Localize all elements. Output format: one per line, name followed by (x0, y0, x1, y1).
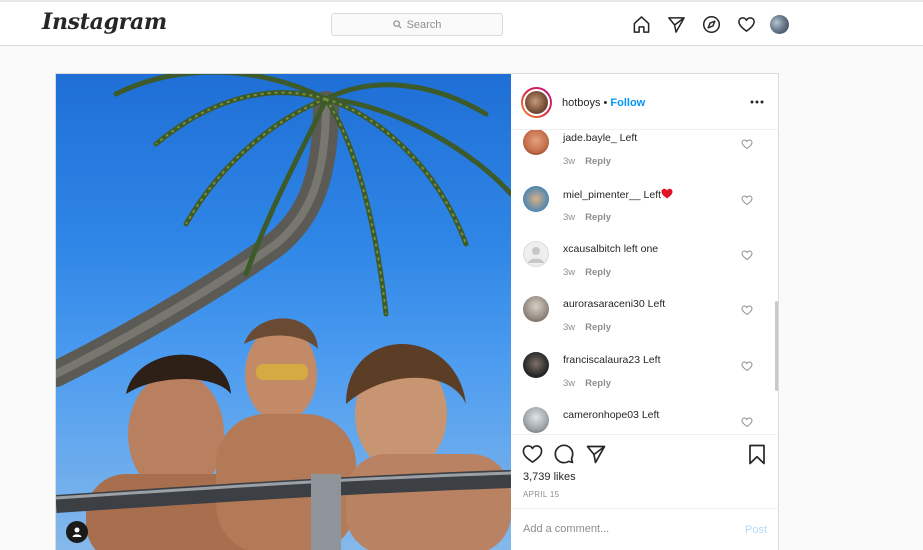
red-heart-emoji-icon (661, 188, 673, 199)
comment-meta: 3w Reply (563, 156, 611, 167)
comment-avatar[interactable] (523, 130, 549, 155)
search-icon (392, 20, 402, 29)
comment-time[interactable]: 3w (563, 267, 575, 278)
comment-body: Left (647, 298, 666, 310)
search-placeholder: Search (406, 18, 442, 31)
author-line: hotboys • Follow (562, 97, 645, 109)
comments-scrollbar[interactable] (775, 301, 778, 391)
comment-item: franciscalaura23 Left 3w Reply (511, 346, 773, 401)
like-heart-icon[interactable] (521, 443, 543, 465)
comment-like-heart-icon[interactable] (741, 138, 753, 150)
comment-text: aurorasaraceni30 Left (563, 298, 665, 310)
post-header: hotboys • Follow (511, 74, 779, 130)
comment-body: Left (643, 189, 662, 201)
explore-compass-icon[interactable] (701, 14, 721, 34)
comment-like-heart-icon[interactable] (741, 249, 753, 261)
default-avatar-icon[interactable] (523, 241, 549, 267)
comment-meta: 3w Reply (563, 322, 611, 333)
reply-button[interactable]: Reply (585, 212, 611, 223)
comment-text: cameronhope03 Left (563, 409, 659, 421)
comment-bubble-icon[interactable] (553, 443, 575, 465)
comment-body: Left (641, 409, 660, 421)
comment-meta: 3w Reply (563, 267, 611, 278)
reply-button[interactable]: Reply (585, 322, 611, 333)
comment-body: Left (642, 354, 661, 366)
reply-button[interactable]: Reply (585, 267, 611, 278)
comment-time[interactable]: 3w (563, 322, 575, 333)
activity-heart-icon[interactable] (736, 14, 756, 34)
comment-like-heart-icon[interactable] (741, 304, 753, 316)
comment-item: miel_pimenter__ Left 3w Reply (511, 180, 773, 235)
post-date[interactable]: APRIL 15 (523, 490, 559, 499)
comment-item: cameronhope03 Left (511, 402, 773, 434)
comment-time[interactable]: 3w (563, 156, 575, 167)
comment-avatar[interactable] (523, 186, 549, 212)
more-options-icon[interactable] (749, 94, 765, 110)
comment-meta: 3w Reply (563, 212, 611, 223)
comment-avatar[interactable] (523, 352, 549, 378)
comment-username[interactable]: jade.bayle_ (563, 132, 617, 144)
comment-item: xcausalbitch left one 3w Reply (511, 235, 773, 290)
comment-body: left one (623, 243, 659, 255)
comment-username[interactable]: xcausalbitch (563, 243, 621, 255)
reply-button[interactable]: Reply (585, 378, 611, 389)
tagged-people-button[interactable] (66, 521, 88, 543)
person-icon (72, 527, 82, 537)
comment-username[interactable]: aurorasaraceni30 (563, 298, 645, 310)
profile-avatar[interactable] (770, 14, 789, 34)
follow-button[interactable]: Follow (610, 97, 645, 109)
add-comment-bar: Post (511, 508, 779, 550)
post-sidebar: hotboys • Follow jade.bayle_ Left 3w Reply … (511, 74, 779, 550)
comment-like-heart-icon[interactable] (741, 416, 753, 428)
save-bookmark-icon[interactable] (746, 443, 768, 465)
comment-username[interactable]: franciscalaura23 (563, 354, 640, 366)
post-actions (511, 435, 779, 475)
nav-icons (631, 14, 789, 34)
comment-username[interactable]: cameronhope03 (563, 409, 639, 421)
top-nav: Instagram Search (0, 0, 923, 46)
comment-text: xcausalbitch left one (563, 243, 658, 255)
comment-text: franciscalaura23 Left (563, 354, 660, 366)
comment-like-heart-icon[interactable] (741, 194, 753, 206)
search-box[interactable]: Search (331, 13, 503, 36)
nav-top-line (0, 0, 923, 2)
comments-list[interactable]: jade.bayle_ Left 3w Reply miel_pimenter__… (511, 130, 779, 435)
comment-body: Left (619, 132, 638, 144)
comment-text: jade.bayle_ Left (563, 132, 637, 144)
home-icon[interactable] (631, 14, 651, 34)
share-icon[interactable] (585, 443, 607, 465)
comment-text: miel_pimenter__ Left (563, 188, 673, 201)
comment-input[interactable] (523, 523, 723, 535)
likes-count[interactable]: 3,739 likes (523, 471, 576, 483)
post-image-illustration (56, 74, 511, 550)
comment-time[interactable]: 3w (563, 378, 575, 389)
author-username[interactable]: hotboys (562, 97, 601, 109)
instagram-logo[interactable]: Instagram (42, 9, 167, 35)
direct-message-icon[interactable] (666, 14, 686, 34)
comment-like-heart-icon[interactable] (741, 360, 753, 372)
separator-dot: • (603, 97, 608, 109)
comment-time[interactable]: 3w (563, 212, 575, 223)
post-photo[interactable] (56, 74, 511, 550)
comment-avatar[interactable] (523, 296, 549, 322)
comment-item: aurorasaraceni30 Left 3w Reply (511, 290, 773, 345)
post-comment-button[interactable]: Post (745, 524, 767, 536)
comment-username[interactable]: miel_pimenter__ (563, 189, 641, 201)
reply-button[interactable]: Reply (585, 156, 611, 167)
comment-item: jade.bayle_ Left 3w Reply (511, 130, 773, 179)
post-card: hotboys • Follow jade.bayle_ Left 3w Reply … (55, 73, 779, 550)
author-avatar[interactable] (521, 87, 552, 118)
comment-avatar[interactable] (523, 407, 549, 433)
comment-meta: 3w Reply (563, 378, 611, 389)
